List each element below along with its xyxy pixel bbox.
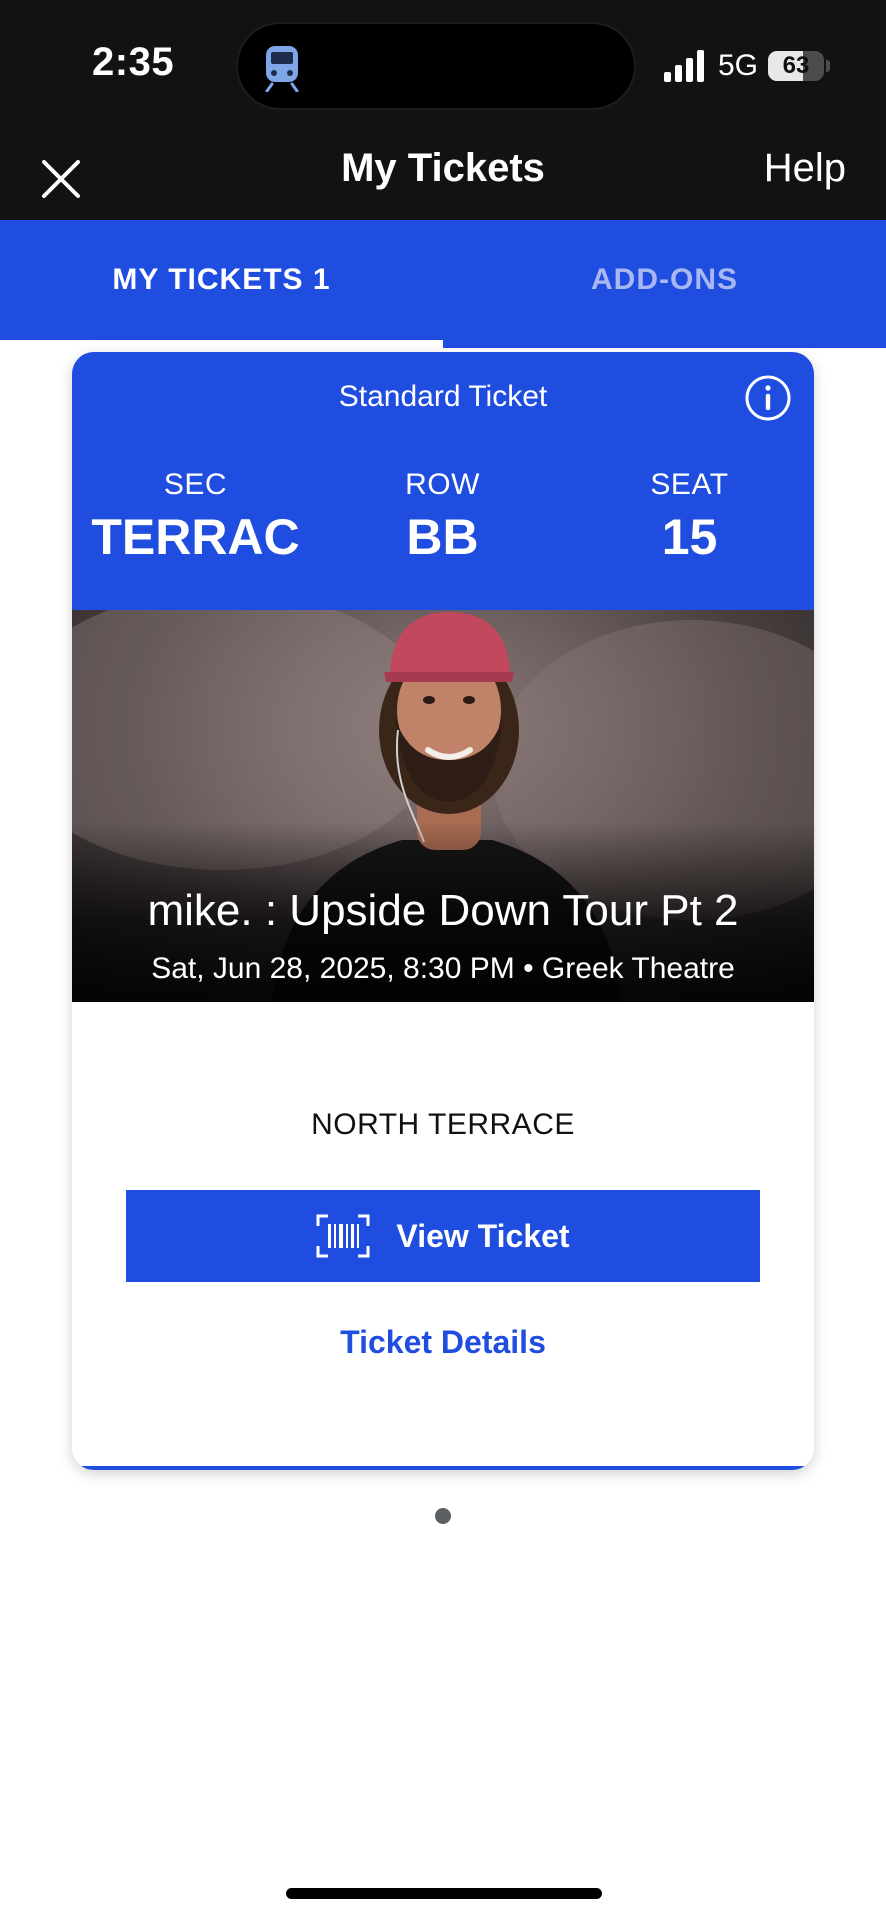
dynamic-island bbox=[236, 22, 636, 110]
home-indicator[interactable] bbox=[286, 1888, 602, 1899]
status-time: 2:35 bbox=[92, 40, 175, 84]
battery-percent: 63 bbox=[782, 52, 810, 79]
status-bar: 2:35 5G 63 bbox=[0, 0, 886, 132]
view-ticket-label: View Ticket bbox=[396, 1217, 570, 1254]
event-date-venue: Sat, Jun 28, 2025, 8:30 PM • Greek Theat… bbox=[151, 952, 735, 985]
ticket-card: Standard Ticket SEC TERRAC ROW BB SEAT 1… bbox=[72, 352, 814, 1470]
tab-selected-indicator bbox=[0, 340, 443, 348]
tab-my-tickets[interactable]: MY TICKETS 1 bbox=[0, 220, 443, 340]
ticket-bottom-accent bbox=[72, 1466, 814, 1470]
page-indicator-dot bbox=[435, 1508, 451, 1524]
nav-header: My Tickets Help bbox=[0, 132, 886, 220]
row-info: ROW BB bbox=[319, 468, 566, 566]
ticket-screen: 2:35 5G 63 My Tickets Help MY TICKETS 1 … bbox=[0, 0, 886, 1920]
ticket-details-link[interactable]: Ticket Details bbox=[72, 1324, 814, 1361]
seat-label: SEAT bbox=[650, 468, 729, 501]
ticket-type: Standard Ticket bbox=[338, 380, 548, 413]
info-icon[interactable] bbox=[744, 374, 792, 422]
cellular-signal-icon bbox=[663, 50, 704, 82]
section-value: TERRAC bbox=[91, 509, 300, 565]
event-image: mike. : Upside Down Tour Pt 2 Sat, Jun 2… bbox=[72, 610, 814, 1002]
seat-value: 15 bbox=[661, 509, 718, 565]
section-label: SEC bbox=[163, 468, 228, 501]
seat-info: SEAT 15 bbox=[566, 468, 813, 566]
view-ticket-button[interactable]: View Ticket bbox=[126, 1190, 760, 1282]
barcode-icon bbox=[316, 1214, 370, 1258]
row-value: BB bbox=[406, 509, 479, 565]
train-icon bbox=[265, 46, 299, 92]
ticket-header: Standard Ticket SEC TERRAC ROW BB SEAT 1… bbox=[72, 352, 814, 610]
network-type: 5G bbox=[717, 49, 758, 82]
tab-bar: MY TICKETS 1 ADD-ONS bbox=[0, 220, 886, 348]
page-title: My Tickets bbox=[341, 146, 545, 190]
section-name: NORTH TERRACE bbox=[311, 1108, 575, 1141]
row-label: ROW bbox=[405, 468, 480, 501]
tab-add-ons[interactable]: ADD-ONS bbox=[443, 220, 886, 340]
help-link[interactable]: Help bbox=[764, 146, 846, 191]
battery-icon: 63 bbox=[768, 51, 824, 81]
event-title: mike. : Upside Down Tour Pt 2 bbox=[147, 886, 739, 935]
section-info: SEC TERRAC bbox=[72, 468, 319, 566]
status-indicators: 5G 63 bbox=[663, 46, 830, 86]
battery-tip bbox=[826, 60, 830, 72]
